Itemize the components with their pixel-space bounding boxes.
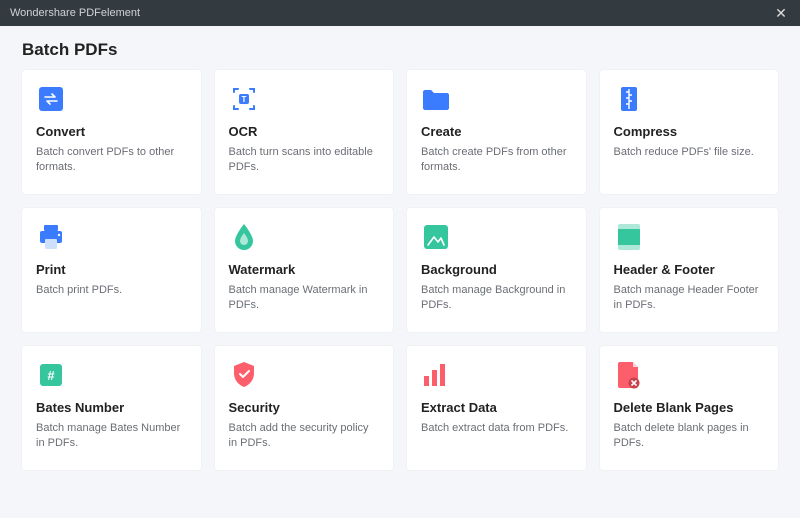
card-title: Print: [36, 262, 187, 277]
card-desc: Batch manage Background in PDFs.: [421, 283, 572, 313]
card-title: Watermark: [229, 262, 380, 277]
convert-icon: [36, 84, 66, 114]
bates-number-icon: #: [36, 360, 66, 390]
close-icon[interactable]: ✕: [772, 5, 790, 22]
card-title: Extract Data: [421, 400, 572, 415]
card-desc: Batch manage Watermark in PDFs.: [229, 283, 380, 313]
card-bates-number[interactable]: # Bates Number Batch manage Bates Number…: [22, 346, 201, 470]
card-grid: Convert Batch convert PDFs to other form…: [0, 70, 800, 488]
svg-text:T: T: [241, 95, 246, 104]
card-desc: Batch create PDFs from other formats.: [421, 145, 572, 175]
card-desc: Batch turn scans into editable PDFs.: [229, 145, 380, 175]
card-security[interactable]: Security Batch add the security policy i…: [215, 346, 394, 470]
card-desc: Batch delete blank pages in PDFs.: [614, 421, 765, 451]
compress-icon: [614, 84, 644, 114]
create-folder-icon: [421, 84, 451, 114]
card-title: Header & Footer: [614, 262, 765, 277]
page-title: Batch PDFs: [0, 26, 800, 70]
card-title: Delete Blank Pages: [614, 400, 765, 415]
print-icon: [36, 222, 66, 252]
card-desc: Batch print PDFs.: [36, 283, 187, 298]
shield-icon: [229, 360, 259, 390]
card-delete-blank-pages[interactable]: Delete Blank Pages Batch delete blank pa…: [600, 346, 779, 470]
card-watermark[interactable]: Watermark Batch manage Watermark in PDFs…: [215, 208, 394, 332]
card-title: OCR: [229, 124, 380, 139]
card-desc: Batch add the security policy in PDFs.: [229, 421, 380, 451]
card-desc: Batch extract data from PDFs.: [421, 421, 572, 436]
card-desc: Batch reduce PDFs' file size.: [614, 145, 765, 160]
card-extract-data[interactable]: Extract Data Batch extract data from PDF…: [407, 346, 586, 470]
extract-data-chart-icon: [421, 360, 451, 390]
app-name: Wondershare PDFelement: [10, 7, 140, 19]
svg-text:#: #: [47, 368, 55, 383]
card-ocr[interactable]: T OCR Batch turn scans into editable PDF…: [215, 70, 394, 194]
card-title: Background: [421, 262, 572, 277]
card-title: Bates Number: [36, 400, 187, 415]
card-desc: Batch convert PDFs to other formats.: [36, 145, 187, 175]
watermark-drop-icon: [229, 222, 259, 252]
ocr-icon: T: [229, 84, 259, 114]
card-title: Create: [421, 124, 572, 139]
card-desc: Batch manage Bates Number in PDFs.: [36, 421, 187, 451]
card-header-footer[interactable]: Header & Footer Batch manage Header Foot…: [600, 208, 779, 332]
background-icon: [421, 222, 451, 252]
titlebar: Wondershare PDFelement ✕: [0, 0, 800, 26]
card-title: Compress: [614, 124, 765, 139]
card-title: Security: [229, 400, 380, 415]
header-footer-icon: [614, 222, 644, 252]
card-title: Convert: [36, 124, 187, 139]
card-create[interactable]: Create Batch create PDFs from other form…: [407, 70, 586, 194]
card-background[interactable]: Background Batch manage Background in PD…: [407, 208, 586, 332]
card-desc: Batch manage Header Footer in PDFs.: [614, 283, 765, 313]
card-compress[interactable]: Compress Batch reduce PDFs' file size.: [600, 70, 779, 194]
card-print[interactable]: Print Batch print PDFs.: [22, 208, 201, 332]
delete-page-icon: [614, 360, 644, 390]
card-convert[interactable]: Convert Batch convert PDFs to other form…: [22, 70, 201, 194]
